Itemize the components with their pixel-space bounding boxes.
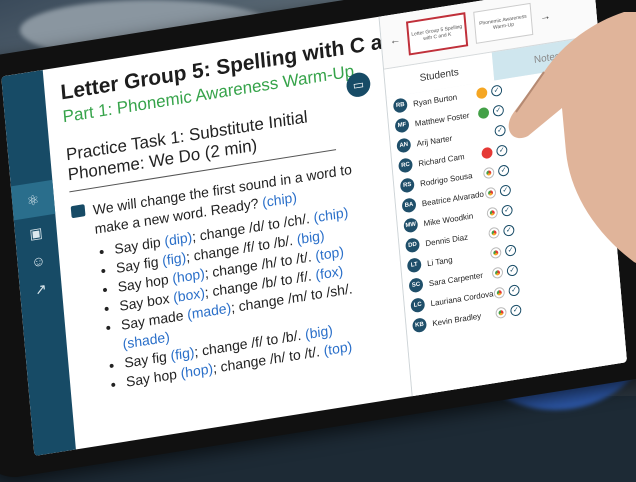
avatar: LC xyxy=(410,297,426,314)
response-mix-icon xyxy=(493,285,506,299)
avatar: RB xyxy=(392,97,408,114)
avatar: AN xyxy=(396,137,412,154)
avatar: MW xyxy=(403,217,419,234)
student-name: Kevin Bradley xyxy=(431,310,482,328)
avatar: DD xyxy=(405,237,421,254)
atom-icon[interactable]: ⚛ xyxy=(10,179,56,221)
avatar: LT xyxy=(406,257,422,274)
avatar: BA xyxy=(401,197,417,214)
avatar: MF xyxy=(394,117,410,134)
hand-image xyxy=(508,12,636,263)
chart-icon[interactable]: ↗ xyxy=(30,277,52,300)
check-icon[interactable]: ✓ xyxy=(508,283,520,297)
check-icon[interactable]: ✓ xyxy=(509,303,522,317)
people-icon[interactable]: ☺ xyxy=(28,249,50,272)
speech-icon xyxy=(70,204,86,219)
avatar: RS xyxy=(399,177,415,194)
avatar: RC xyxy=(398,157,414,174)
avatar: SC xyxy=(408,277,424,294)
instruction-answer: (chip) xyxy=(261,188,298,211)
layout-icon[interactable]: ▣ xyxy=(25,222,47,245)
slide-thumbnail[interactable]: Letter Group 5 Spelling with C and K xyxy=(405,12,469,56)
response-mix-icon xyxy=(495,305,507,319)
avatar: KB xyxy=(411,317,428,334)
prev-arrow-icon[interactable]: ← xyxy=(389,34,401,48)
lesson-content: Letter Group 5: Spelling with C and K Pa… xyxy=(43,17,430,450)
screen-icon: ▭ xyxy=(352,76,365,93)
